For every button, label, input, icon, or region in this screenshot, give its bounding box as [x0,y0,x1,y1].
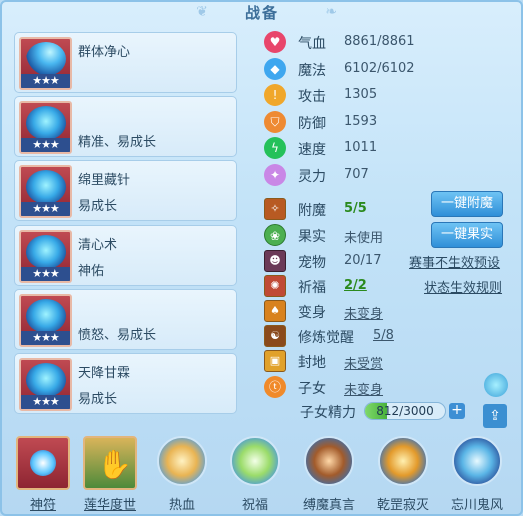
card-name: 绵里藏针 [78,173,131,188]
children-energy-bar: 812/3000 [364,402,446,420]
bind-demon-icon [304,436,354,486]
blessing-icon: ✺ [264,275,286,297]
enchant-icon: ✧ [264,198,286,220]
card-desc: 易成长 [78,199,118,214]
row-blessing: ✺ 祈福 2/2 [264,274,414,297]
cultivation-icon: ☯ [264,325,286,347]
stat-hp: ♥ 气血 8861/8861 [264,30,444,53]
row-fumo: ✧ 附魔 5/5 [264,197,414,220]
card-name: 清心术 [78,238,118,253]
share-icon[interactable]: ⇪ [483,404,507,428]
card-item[interactable]: ★★★ 群体净心 [14,32,237,93]
heart-icon: ♥ [264,31,286,53]
hot-blood-icon [157,436,207,486]
child-icon: ⓣ [264,376,286,398]
skill-card-icon: ★★★ [19,37,72,90]
ghost-wind-icon [452,436,502,486]
row-pet: ☻ 宠物 20/17 [264,249,414,272]
children-energy-label: 子女精力 [300,405,356,421]
card-item[interactable]: ★★★ 绵里藏针 易成长 [14,160,237,221]
speed-icon: ϟ [264,137,286,159]
skill-wangchuan[interactable]: 忘川鬼风 [446,434,508,516]
card-name: 天降甘霖 [78,366,131,381]
rules-link[interactable]: 状态生效规则 [424,277,502,296]
stat-attack: ! 攻击 1305 [264,83,444,106]
stat-spirit: ✦ 灵力 707 [264,163,444,186]
card-desc: 神佑 [78,264,105,279]
skill-card-icon: ★★★ [19,165,72,218]
fruit-icon: ❀ [264,224,286,246]
qiangang-icon [378,436,428,486]
preset-link[interactable]: 赛事不生效预设 [409,252,500,271]
fief-icon: ▣ [264,350,286,372]
one-click-fruit-button[interactable]: 一键果实 [431,222,503,248]
child-orb-icon[interactable] [484,373,508,397]
skill-rexue[interactable]: 热血 [151,434,213,516]
skill-shenfu[interactable]: 神符 [12,434,74,516]
card-item[interactable]: ★★★ 天降甘霖 易成长 [14,353,237,414]
transform-icon: ♠ [264,300,286,322]
card-desc: 愤怒、易成长 [78,328,157,343]
stat-speed: ϟ 速度 1011 [264,136,444,159]
rune-icon [16,436,70,490]
row-fief: ▣ 封地 未受赏 [264,349,414,372]
card-desc: 易成长 [78,392,118,407]
skill-zhufu[interactable]: 祝福 [224,434,286,516]
card-desc: 精准、易成长 [78,135,157,150]
card-item[interactable]: ★★★ 精准、易成长 [14,96,237,157]
title-bar: ❦ 战备 ❧ [187,2,337,22]
skill-card-icon: ★★★ [19,294,72,347]
skill-fumo[interactable]: 缚魔真言 [298,434,360,516]
skill-lianhua[interactable]: ✋ 莲华度世 [79,434,141,516]
equipment-panel: ❦ 战备 ❧ ★★★ 群体净心 ★★★ 精准、易成长 ★★★ 绵里藏针 易成长 … [0,0,523,516]
card-item[interactable]: ★★★ 愤怒、易成长 [14,289,237,350]
pet-icon: ☻ [264,250,286,272]
blessing-orb-icon [230,436,280,486]
skill-qiangang[interactable]: 乾罡寂灭 [372,434,434,516]
row-transform: ♠ 变身 未变身 [264,299,414,322]
one-click-enchant-button[interactable]: 一键附魔 [431,191,503,217]
mana-icon: ◆ [264,58,286,80]
row-guoshi: ❀ 果实 未使用 [264,223,414,246]
skill-card-icon: ★★★ [19,101,72,154]
skill-card-icon: ★★★ [19,230,72,283]
card-name: 群体净心 [78,45,131,60]
skill-card-icon: ★★★ [19,358,72,411]
stat-defense: ⛉ 防御 1593 [264,110,444,133]
title-ornament-right-icon: ❧ [325,4,337,20]
add-energy-button[interactable]: + [449,403,465,419]
row-children: ⓣ 子女 未变身 [264,375,414,398]
stat-mp: ◆ 魔法 6102/6102 [264,57,444,80]
row-cultivation: ☯ 修炼觉醒 5/8 [264,324,424,347]
shield-icon: ⛉ [264,111,286,133]
lotus-hand-icon: ✋ [83,436,137,490]
card-item[interactable]: ★★★ 清心术 神佑 [14,225,237,286]
attack-icon: ! [264,84,286,106]
spirit-icon: ✦ [264,164,286,186]
